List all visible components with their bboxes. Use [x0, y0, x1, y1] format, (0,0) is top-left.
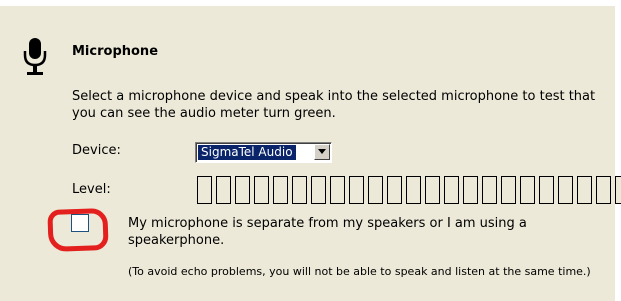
meter-segment [235, 176, 250, 204]
meter-segment [444, 176, 459, 204]
meter-segment [577, 176, 592, 204]
meter-segment [216, 176, 231, 204]
meter-segment [311, 176, 326, 204]
audio-level-meter [197, 176, 621, 204]
meter-segment [368, 176, 383, 204]
meter-segment [539, 176, 554, 204]
meter-segment [501, 176, 516, 204]
device-selected-value: SigmaTel Audio [198, 145, 296, 160]
device-label: Device: [72, 143, 121, 158]
meter-segment [558, 176, 573, 204]
meter-segment [615, 176, 621, 204]
separate-microphone-label: My microphone is separate from my speake… [128, 216, 527, 248]
separate-microphone-checkbox[interactable] [71, 214, 89, 232]
meter-segment [197, 176, 212, 204]
device-select[interactable]: SigmaTel Audio [195, 142, 332, 163]
section-description: Select a microphone device and speak int… [72, 89, 596, 121]
meter-segment [596, 176, 611, 204]
microphone-settings-panel: Microphone Select a microphone device an… [0, 6, 621, 301]
microphone-icon [20, 36, 50, 78]
meter-segment [330, 176, 345, 204]
meter-segment [387, 176, 402, 204]
device-dropdown-button[interactable] [314, 144, 330, 160]
meter-segment [254, 176, 269, 204]
section-title: Microphone [72, 44, 159, 59]
meter-segment [482, 176, 497, 204]
meter-segment [463, 176, 478, 204]
echo-note: (To avoid echo problems, you will not be… [128, 265, 591, 278]
meter-segment [292, 176, 307, 204]
level-label: Level: [72, 182, 111, 197]
meter-segment [349, 176, 364, 204]
meter-segment [425, 176, 440, 204]
meter-segment [273, 176, 288, 204]
chevron-down-icon [318, 149, 326, 154]
meter-segment [520, 176, 535, 204]
meter-segment [406, 176, 421, 204]
